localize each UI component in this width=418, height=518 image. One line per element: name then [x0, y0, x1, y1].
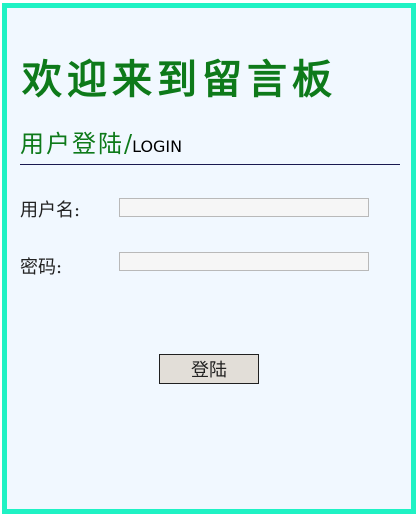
password-label: 密码:	[20, 257, 63, 278]
password-input[interactable]	[119, 252, 369, 271]
username-input[interactable]	[119, 198, 369, 217]
login-button[interactable]: 登陆	[159, 354, 259, 384]
login-heading-cn: 用户登陆	[20, 130, 124, 158]
login-panel: 欢迎来到留言板 用户登陆/LOGIN 用户名: 密码: 登陆	[2, 3, 416, 514]
username-label: 用户名:	[20, 200, 81, 221]
login-heading-slash: /	[124, 130, 133, 158]
login-heading: 用户登陆/LOGIN	[20, 132, 400, 165]
login-heading-en: LOGIN	[132, 137, 183, 156]
welcome-title: 欢迎来到留言板	[22, 56, 337, 103]
